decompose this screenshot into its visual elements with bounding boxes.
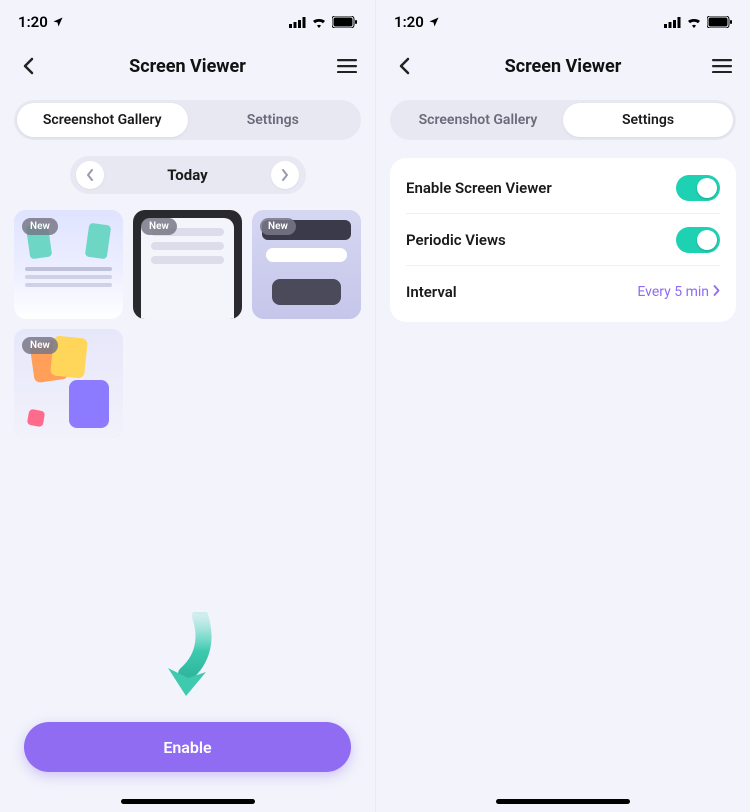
new-badge: New xyxy=(141,218,177,235)
location-icon xyxy=(428,16,440,28)
battery-icon xyxy=(332,16,357,28)
location-icon xyxy=(52,16,64,28)
status-time: 1:20 xyxy=(18,13,48,31)
menu-button[interactable] xyxy=(333,52,361,80)
back-button[interactable] xyxy=(14,52,42,80)
tab-settings[interactable]: Settings xyxy=(563,103,733,137)
toggle-periodic-views[interactable] xyxy=(676,227,720,253)
arrow-hint-icon xyxy=(148,612,228,712)
enable-button[interactable]: Enable xyxy=(24,722,351,772)
back-button[interactable] xyxy=(390,52,418,80)
page-title: Screen Viewer xyxy=(376,56,750,77)
tab-settings[interactable]: Settings xyxy=(188,103,359,137)
wifi-icon xyxy=(686,16,702,28)
setting-label: Enable Screen Viewer xyxy=(406,179,552,197)
status-time: 1:20 xyxy=(394,13,424,31)
status-bar: 1:20 xyxy=(376,0,750,44)
status-left: 1:20 xyxy=(394,13,440,31)
new-badge: New xyxy=(22,218,58,235)
new-badge: New xyxy=(22,337,58,354)
cellular-icon xyxy=(289,17,306,28)
chevron-right-icon xyxy=(713,284,720,300)
settings-card: Enable Screen Viewer Periodic Views Inte… xyxy=(390,158,736,322)
tab-screenshot-gallery[interactable]: Screenshot Gallery xyxy=(17,103,188,137)
setting-label: Interval xyxy=(406,283,457,301)
toggle-enable-screen-viewer[interactable] xyxy=(676,175,720,201)
phone-gallery-screen: 1:20 Screen Viewer Screenshot Gallery xyxy=(0,0,375,812)
page-title: Screen Viewer xyxy=(0,56,375,77)
screenshot-thumb[interactable]: New xyxy=(14,210,123,319)
tabs-segmented: Screenshot Gallery Settings xyxy=(390,100,736,140)
new-badge: New xyxy=(260,218,296,235)
screenshot-thumb[interactable]: New xyxy=(14,329,123,438)
status-bar: 1:20 xyxy=(0,0,375,44)
date-prev-button[interactable] xyxy=(76,161,104,189)
setting-periodic-views: Periodic Views xyxy=(406,214,720,266)
interval-value-text: Every 5 min xyxy=(637,284,709,300)
nav-header: Screen Viewer xyxy=(376,44,750,88)
tabs-segmented: Screenshot Gallery Settings xyxy=(14,100,361,140)
status-right xyxy=(289,16,357,28)
setting-value: Every 5 min xyxy=(637,284,720,300)
setting-interval[interactable]: Interval Every 5 min xyxy=(406,266,720,318)
cellular-icon xyxy=(664,17,681,28)
battery-icon xyxy=(707,16,732,28)
screenshot-thumb[interactable]: New xyxy=(252,210,361,319)
menu-button[interactable] xyxy=(708,52,736,80)
wifi-icon xyxy=(311,16,327,28)
setting-enable-screen-viewer: Enable Screen Viewer xyxy=(406,162,720,214)
phone-settings-screen: 1:20 Screen Viewer Screenshot Gallery xyxy=(375,0,750,812)
date-next-button[interactable] xyxy=(271,161,299,189)
tab-screenshot-gallery[interactable]: Screenshot Gallery xyxy=(393,103,563,137)
screenshot-grid: New New New New xyxy=(0,194,375,438)
home-indicator xyxy=(121,799,255,804)
date-selector: Today xyxy=(70,156,306,194)
setting-label: Periodic Views xyxy=(406,231,506,249)
screenshot-thumb[interactable]: New xyxy=(133,210,242,319)
date-label: Today xyxy=(167,166,207,184)
status-left: 1:20 xyxy=(18,13,64,31)
nav-header: Screen Viewer xyxy=(0,44,375,88)
status-right xyxy=(664,16,732,28)
home-indicator xyxy=(496,799,630,804)
